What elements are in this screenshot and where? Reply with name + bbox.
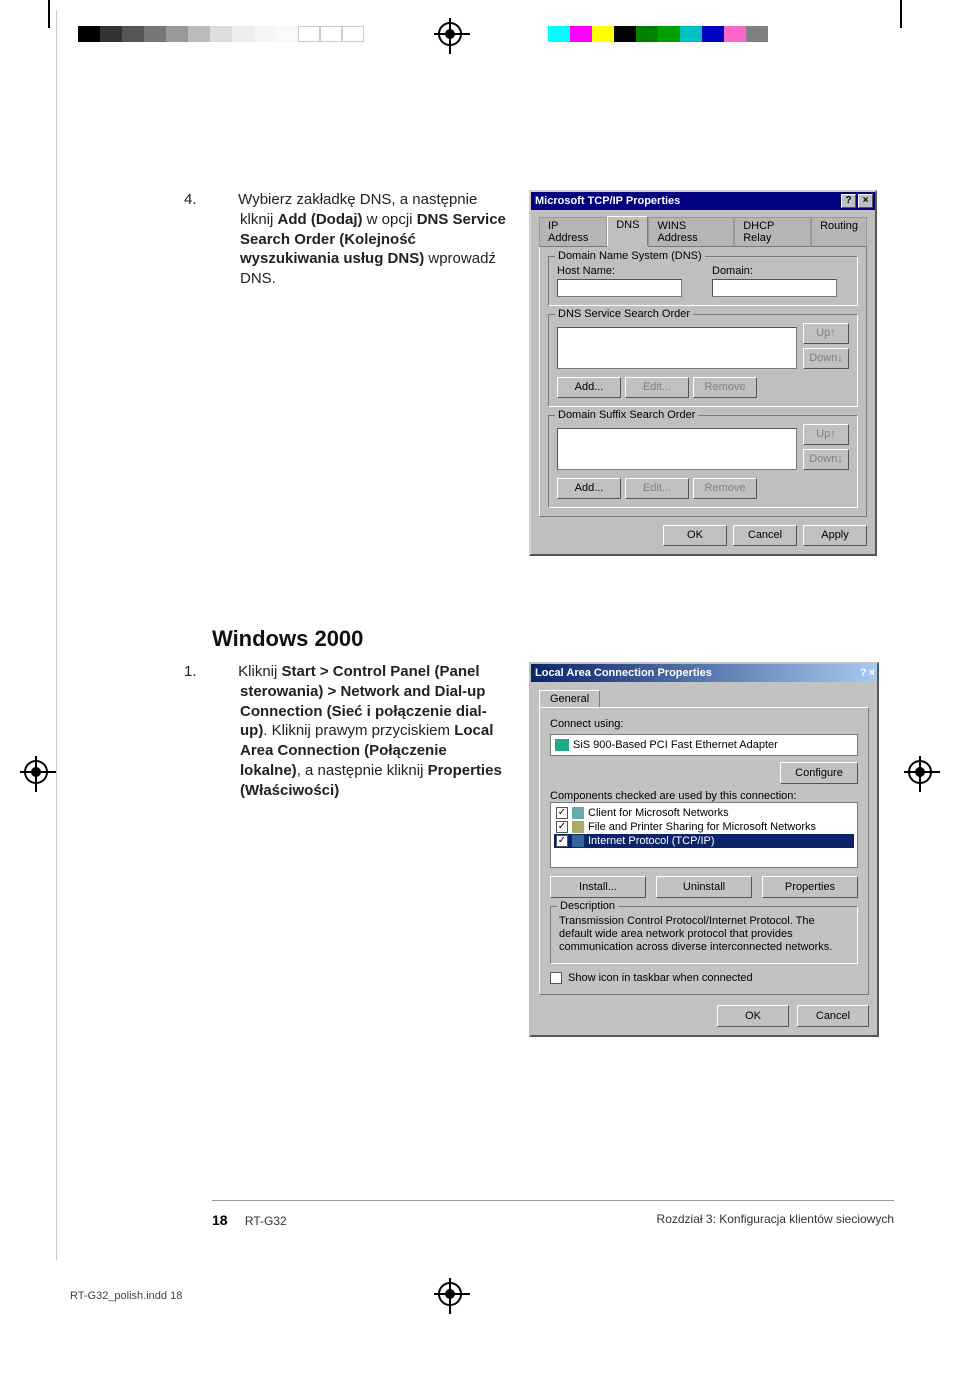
group-dns-search-legend: DNS Service Search Order [555,308,693,320]
label-host: Host Name: [557,265,682,277]
dialog2-titlebar: Local Area Connection Properties ? × [531,664,877,682]
cancel2-button[interactable]: Cancel [797,1005,869,1027]
tabs: IP Address DNS WINS Address DHCP Relay R… [539,216,867,246]
checkbox-icon[interactable]: ✓ [556,807,568,819]
step-4: 4. Wybierz zakładkę DNS, a następnie klk… [212,190,894,556]
label-components: Components checked are used by this conn… [550,790,858,802]
dialog2-title: Local Area Connection Properties [535,667,712,679]
footer-divider [212,1200,894,1201]
group-dns-search: DNS Service Search Order Up↑ Down↓ Add..… [548,314,858,407]
tcpip-properties-dialog: Microsoft TCP/IP Properties ? × IP Addre… [529,190,877,556]
adapter-name: SiS 900-Based PCI Fast Ethernet Adapter [573,739,778,751]
footer-model: RT-G32 [245,1214,287,1228]
tab-dns[interactable]: DNS [607,216,648,246]
dns-listbox[interactable] [557,327,797,369]
step-1-number: 1. [212,662,234,682]
page-number: 18 [212,1212,228,1228]
page-footer: 18 RT-G32 Rozdział 3: Konfiguracja klien… [212,1212,894,1228]
suffix-up-button[interactable]: Up↑ [803,424,849,445]
component-tcpip[interactable]: ✓ Internet Protocol (TCP/IP) [554,834,854,848]
component-fileshare[interactable]: ✓ File and Printer Sharing for Microsoft… [554,820,854,834]
section-heading-win2000: Windows 2000 [212,626,894,652]
dns-up-button[interactable]: Up↑ [803,323,849,344]
taskbar-checkbox-label: Show icon in taskbar when connected [568,972,753,984]
dialog-titlebar: Microsoft TCP/IP Properties ? × [531,192,875,210]
dns-remove-button[interactable]: Remove [693,377,757,398]
help-button[interactable]: ? [841,194,856,208]
tab-dhcp[interactable]: DHCP Relay [734,217,811,247]
step-4-body: Wybierz zakładkę DNS, a następnie klknij… [238,191,506,287]
dns-down-button[interactable]: Down↓ [803,348,849,369]
indesign-slug: RT-G32_polish.indd 18 [70,1290,182,1302]
step-4-text: 4. Wybierz zakładkę DNS, a następnie klk… [212,190,507,556]
step-1: 1. Kliknij Start > Control Panel (Panel … [212,662,894,1037]
suffix-remove-button[interactable]: Remove [693,478,757,499]
protocol-icon [572,835,584,847]
label-domain: Domain: [712,265,837,277]
group-suffix-search: Domain Suffix Search Order Up↑ Down↓ Add… [548,415,858,508]
checkbox-icon[interactable] [550,972,562,984]
dns-add-button[interactable]: Add... [557,377,621,398]
help2-button[interactable]: ? [860,667,867,679]
step-1-text: 1. Kliknij Start > Control Panel (Panel … [212,662,507,1037]
checkbox-icon[interactable]: ✓ [556,821,568,833]
configure-button[interactable]: Configure [780,762,858,784]
domain-input[interactable] [712,279,837,297]
ok-button[interactable]: OK [663,525,727,546]
apply-button[interactable]: Apply [803,525,867,546]
client-icon [572,807,584,819]
page-frame: 4. Wybierz zakładkę DNS, a następnie klk… [56,10,900,1260]
network-card-icon [555,739,569,751]
close-button[interactable]: × [858,194,873,208]
dns-edit-button[interactable]: Edit... [625,377,689,398]
close2-button[interactable]: × [869,667,875,679]
suffix-edit-button[interactable]: Edit... [625,478,689,499]
label-connect-using: Connect using: [550,718,858,730]
tab-wins[interactable]: WINS Address [648,217,734,247]
install-button[interactable]: Install... [550,876,646,898]
ok2-button[interactable]: OK [717,1005,789,1027]
suffix-listbox[interactable] [557,428,797,470]
host-input[interactable] [557,279,682,297]
step-4-number: 4. [212,190,234,210]
checkbox-icon[interactable]: ✓ [556,835,568,847]
description-text: Transmission Control Protocol/Internet P… [559,915,849,955]
share-icon [572,821,584,833]
tab-general[interactable]: General [539,690,600,707]
cancel-button[interactable]: Cancel [733,525,797,546]
footer-chapter: Rozdział 3: Konfiguracja klientów siecio… [657,1212,894,1228]
adapter-field: SiS 900-Based PCI Fast Ethernet Adapter [550,734,858,756]
suffix-down-button[interactable]: Down↓ [803,449,849,470]
group-description-legend: Description [557,900,618,912]
dialog-title: Microsoft TCP/IP Properties [535,195,680,207]
uninstall-button[interactable]: Uninstall [656,876,752,898]
taskbar-checkbox-row[interactable]: Show icon in taskbar when connected [550,972,858,984]
component-client[interactable]: ✓ Client for Microsoft Networks [554,806,854,820]
group-dns-system: Domain Name System (DNS) Host Name: Doma… [548,256,858,306]
lan-connection-properties-dialog: Local Area Connection Properties ? × Gen… [529,662,879,1037]
step-1-body: Kliknij Start > Control Panel (Panel ste… [238,663,502,799]
tab-routing[interactable]: Routing [811,217,867,247]
tab-ip-address[interactable]: IP Address [539,217,607,247]
suffix-add-button[interactable]: Add... [557,478,621,499]
components-list[interactable]: ✓ Client for Microsoft Networks ✓ File a… [550,802,858,868]
group-description: Description Transmission Control Protoco… [550,906,858,964]
group-suffix-search-legend: Domain Suffix Search Order [555,409,698,421]
properties-button[interactable]: Properties [762,876,858,898]
group-dns-system-legend: Domain Name System (DNS) [555,250,705,262]
